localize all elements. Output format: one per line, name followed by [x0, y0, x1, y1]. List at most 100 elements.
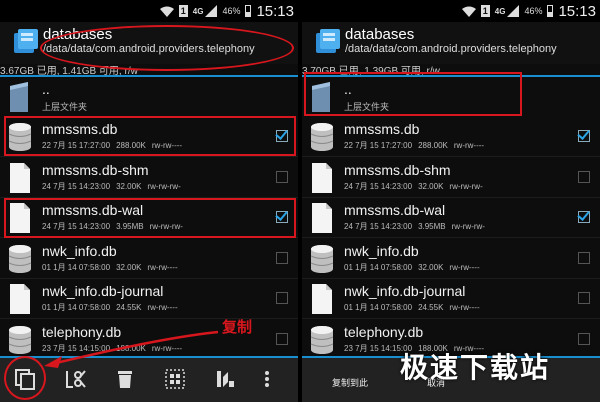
parent-folder-row[interactable]: .. 上层文件夹 — [0, 77, 298, 117]
file-row[interactable]: nwk_info.db-journal 01 1月 14 07:58:00 24.5… — [0, 279, 298, 319]
file-name: telephony.db — [344, 323, 424, 340]
select-checkbox[interactable] — [276, 251, 288, 264]
right-screen: 1 4G 46% 15:13 databases /data/data/com.… — [302, 0, 600, 402]
file-name: mmssms.db-shm — [344, 161, 451, 178]
file-meta: 24 7月 15 14:23:00 32.00K rw-rw-rw- — [42, 181, 181, 192]
file-icon — [310, 162, 334, 193]
select-all-button[interactable] — [164, 368, 186, 390]
file-size: 32.00K — [116, 181, 142, 191]
file-size: 288.00K — [418, 141, 448, 150]
file-meta: 22 7月 15 17:27:00 288.00K rw-rw---- — [344, 140, 484, 151]
network-type: 4G — [494, 6, 506, 16]
select-checkbox[interactable] — [578, 251, 590, 264]
file-meta: 24 7月 15 14:23:00 3.95MB rw-rw-rw- — [344, 221, 485, 232]
watermark: 极速下载站 — [400, 352, 551, 383]
database-icon — [8, 244, 32, 274]
status-bar: 1 4G 46% 15:13 — [302, 0, 600, 22]
signal-icon — [205, 5, 218, 17]
file-size: 32.00K — [116, 262, 142, 272]
file-meta: 01 1月 14 07:58:00 32.00K rw-rw---- — [344, 262, 480, 273]
file-size: 24.55K — [116, 303, 142, 312]
file-row[interactable]: nwk_info.db-journal 01 1月 14 07:58:00 24.5… — [302, 279, 600, 319]
clock: 15:13 — [558, 2, 596, 20]
file-permissions: rw-rw---- — [453, 141, 485, 150]
database-icon — [310, 122, 334, 152]
battery-icon — [547, 5, 554, 17]
annotation-arrow — [44, 330, 219, 368]
file-size: 24.55K — [418, 303, 444, 312]
database-icon — [8, 325, 32, 355]
file-date: 01 1月 14 07:58:00 — [344, 303, 413, 312]
file-meta: 01 1月 14 07:58:00 24.55K rw-rw---- — [344, 302, 480, 313]
folder-icon — [8, 82, 32, 112]
folder-title: databases — [345, 26, 415, 43]
select-checkbox[interactable] — [578, 211, 590, 223]
sim-indicator: 1 — [178, 5, 188, 17]
network-type: 4G — [192, 6, 204, 16]
file-date: 01 1月 14 07:58:00 — [42, 303, 111, 312]
parent-folder-label: 上层文件夹 — [42, 102, 88, 112]
app-icon — [316, 27, 340, 53]
file-permissions: rw-rw---- — [147, 303, 178, 312]
file-date: 01 1月 14 07:58:00 — [344, 262, 413, 272]
overflow-menu-icon[interactable] — [262, 368, 272, 390]
wifi-icon — [461, 6, 476, 17]
app-icon — [14, 27, 38, 53]
parent-folder-name: .. — [42, 81, 50, 97]
file-name: mmssms.db-shm — [42, 161, 149, 178]
file-icon — [8, 162, 32, 193]
file-permissions: rw-rw---- — [147, 262, 178, 272]
file-size: 3.95MB — [418, 222, 446, 231]
left-screen: 1 4G 46% 15:13 databases /data/data/com.… — [0, 0, 298, 402]
file-permissions: rw-rw---- — [449, 303, 480, 312]
battery-percent: 46% — [524, 6, 543, 16]
clock: 15:13 — [256, 2, 294, 20]
file-date: 01 1月 14 07:58:00 — [42, 262, 111, 272]
folder-path: /data/data/com.android.providers.telepho… — [345, 43, 557, 55]
copy-annotation-label: 复制 — [222, 318, 253, 336]
file-meta: 01 1月 14 07:58:00 32.00K rw-rw---- — [42, 262, 178, 273]
file-row[interactable]: nwk_info.db 01 1月 14 07:58:00 32.00K rw-rw-… — [0, 239, 298, 279]
file-permissions: rw-rw-rw- — [451, 222, 485, 231]
file-name: nwk_info.db-journal — [42, 283, 164, 299]
signal-icon — [507, 5, 520, 17]
status-bar: 1 4G 46% 15:13 — [0, 0, 298, 22]
file-date: 24 7月 15 14:23:00 — [344, 181, 413, 191]
select-checkbox[interactable] — [578, 332, 590, 345]
cut-button[interactable] — [64, 368, 86, 390]
sim-indicator: 1 — [480, 5, 490, 17]
file-size: 32.00K — [418, 262, 444, 272]
file-name: nwk_info.db — [344, 242, 419, 259]
selection-highlight-2 — [4, 198, 296, 238]
select-checkbox[interactable] — [276, 292, 288, 304]
file-name: nwk_info.db-journal — [344, 283, 466, 299]
file-name: mmssms.db-wal — [344, 202, 446, 218]
select-checkbox[interactable] — [276, 332, 288, 345]
select-checkbox[interactable] — [578, 170, 590, 183]
file-icon — [8, 284, 32, 314]
file-name: nwk_info.db — [42, 242, 117, 259]
file-date: 24 7月 15 14:23:00 — [344, 222, 413, 231]
select-checkbox[interactable] — [578, 292, 590, 304]
selection-highlight-1 — [4, 116, 296, 156]
file-row[interactable]: nwk_info.db 01 1月 14 07:58:00 32.00K rw-rw-… — [302, 239, 600, 279]
battery-icon — [245, 5, 252, 17]
database-icon — [310, 244, 334, 274]
delete-button[interactable] — [114, 368, 136, 390]
file-size: 32.00K — [418, 181, 444, 191]
parent-folder-highlight — [304, 72, 522, 116]
properties-button[interactable] — [214, 368, 236, 390]
file-permissions: rw-rw-rw- — [449, 181, 483, 191]
wifi-icon — [159, 6, 174, 17]
file-icon — [310, 203, 334, 233]
database-icon — [310, 325, 334, 355]
select-checkbox[interactable] — [578, 130, 590, 142]
file-date: 22 7月 15 17:27:00 — [344, 141, 413, 150]
file-row[interactable]: mmssms.db 22 7月 15 17:27:00 288.00K rw-rw--… — [302, 117, 600, 157]
copy-here-button[interactable]: 复制到此 — [332, 376, 368, 389]
file-row[interactable]: mmssms.db-wal 24 7月 15 14:23:00 3.95MB rw-r… — [302, 198, 600, 238]
file-permissions: rw-rw---- — [449, 262, 480, 272]
file-row[interactable]: mmssms.db-shm 24 7月 15 14:23:00 32.00K rw-r… — [302, 158, 600, 198]
select-checkbox[interactable] — [276, 170, 288, 183]
file-row[interactable]: mmssms.db-shm 24 7月 15 14:23:00 32.00K rw-r… — [0, 158, 298, 198]
